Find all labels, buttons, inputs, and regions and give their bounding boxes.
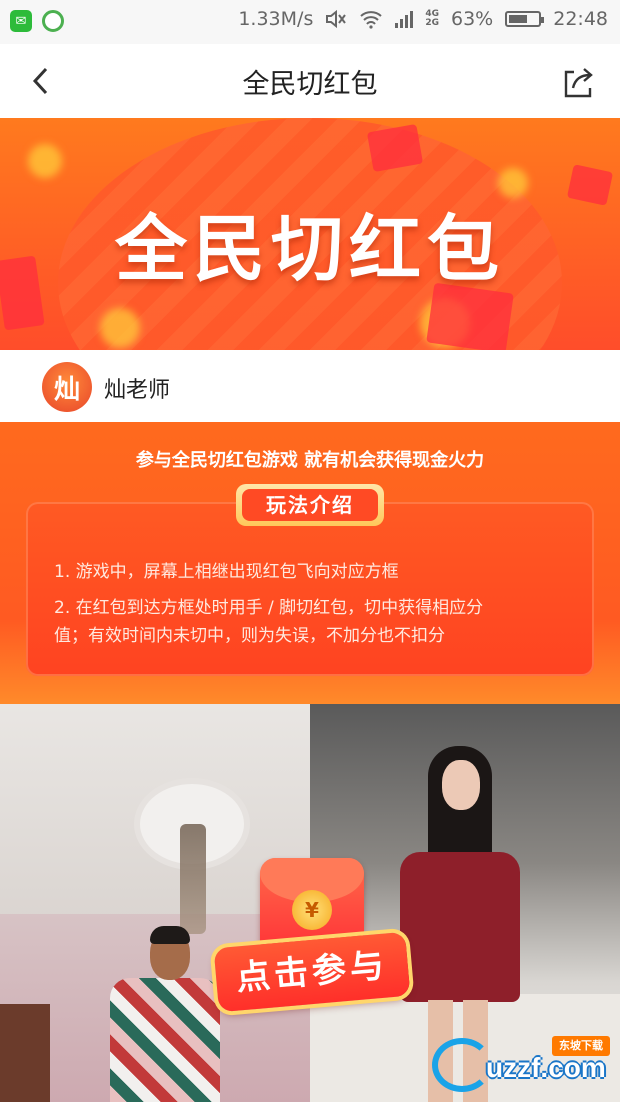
thumbnail-door bbox=[0, 1004, 50, 1102]
rule-item-line: 值；有效时间内未切中，则为失误，不加分也不扣分 bbox=[54, 626, 445, 646]
status-bar: ✉ 1.33M/s 4G 2G 63% 22:48 bbox=[0, 0, 620, 44]
rule-item: 1. 游戏中，屏幕上相继出现红包飞向对应方框 bbox=[54, 562, 399, 582]
banner-light-spot bbox=[100, 308, 140, 348]
network-speed: 1.33M/s bbox=[238, 8, 314, 30]
dancer-left-hair bbox=[150, 926, 190, 944]
app-notification-icon bbox=[42, 10, 64, 32]
battery-fill bbox=[509, 15, 528, 23]
battery-icon bbox=[505, 11, 545, 27]
network-type-2g: 2G bbox=[425, 18, 439, 28]
watermark-logo-icon bbox=[432, 1038, 492, 1092]
mute-icon bbox=[326, 9, 347, 29]
watermark-text: uzzf.com bbox=[486, 1052, 606, 1083]
page-title: 全民切红包 bbox=[242, 69, 378, 100]
rules-subtitle: 参与全民切红包游戏 就有机会获得现金火力 bbox=[135, 450, 485, 471]
status-indicators: 1.33M/s 4G 2G 63% 22:48 bbox=[238, 8, 608, 30]
site-watermark: uzzf.com 东坡下载 bbox=[432, 1034, 610, 1096]
user-bar[interactable]: 灿 灿老师 bbox=[0, 350, 620, 422]
chandelier bbox=[180, 824, 206, 934]
banner-light-spot bbox=[28, 144, 62, 178]
rule-item-line: 2. 在红包到达方框处时用手 / 脚切红包，切中获得相应分 bbox=[54, 598, 484, 618]
dancer-left-body bbox=[110, 978, 220, 1102]
nav-bar: 全民切红包 bbox=[0, 44, 620, 118]
watermark-badge: 东坡下载 bbox=[552, 1036, 610, 1056]
join-red-envelope[interactable]: ¥ 点击参与 bbox=[213, 858, 411, 1013]
rules-tag: 玩法介绍 bbox=[236, 484, 384, 526]
floating-red-envelope bbox=[366, 123, 424, 173]
join-button[interactable]: 点击参与 bbox=[213, 931, 411, 1013]
signal-icon bbox=[395, 10, 414, 28]
status-notification-icons: ✉ bbox=[10, 10, 64, 32]
coin-icon: ¥ bbox=[292, 890, 332, 930]
clock: 22:48 bbox=[553, 8, 608, 30]
rules-section: 参与全民切红包游戏 就有机会获得现金火力 玩法介绍 1. 游戏中，屏幕上相继出现… bbox=[0, 422, 620, 704]
dancer-right-dress bbox=[400, 852, 520, 1002]
rules-tag-label: 玩法介绍 bbox=[242, 489, 378, 521]
banner-title: 全民切红包 bbox=[114, 207, 505, 291]
avatar[interactable]: 灿 bbox=[42, 362, 92, 412]
wifi-icon bbox=[360, 11, 383, 29]
dancer-right-face bbox=[442, 760, 480, 810]
network-type-icon: 4G 2G bbox=[425, 10, 439, 28]
wechat-icon: ✉ bbox=[10, 10, 32, 32]
username[interactable]: 灿老师 bbox=[104, 372, 170, 404]
battery-percent: 63% bbox=[451, 8, 494, 30]
share-button[interactable] bbox=[560, 64, 596, 100]
rule-item: 2. 在红包到达方框处时用手 / 脚切红包，切中获得相应分 值；有效时间内未切中… bbox=[54, 594, 584, 650]
share-icon bbox=[564, 68, 593, 98]
